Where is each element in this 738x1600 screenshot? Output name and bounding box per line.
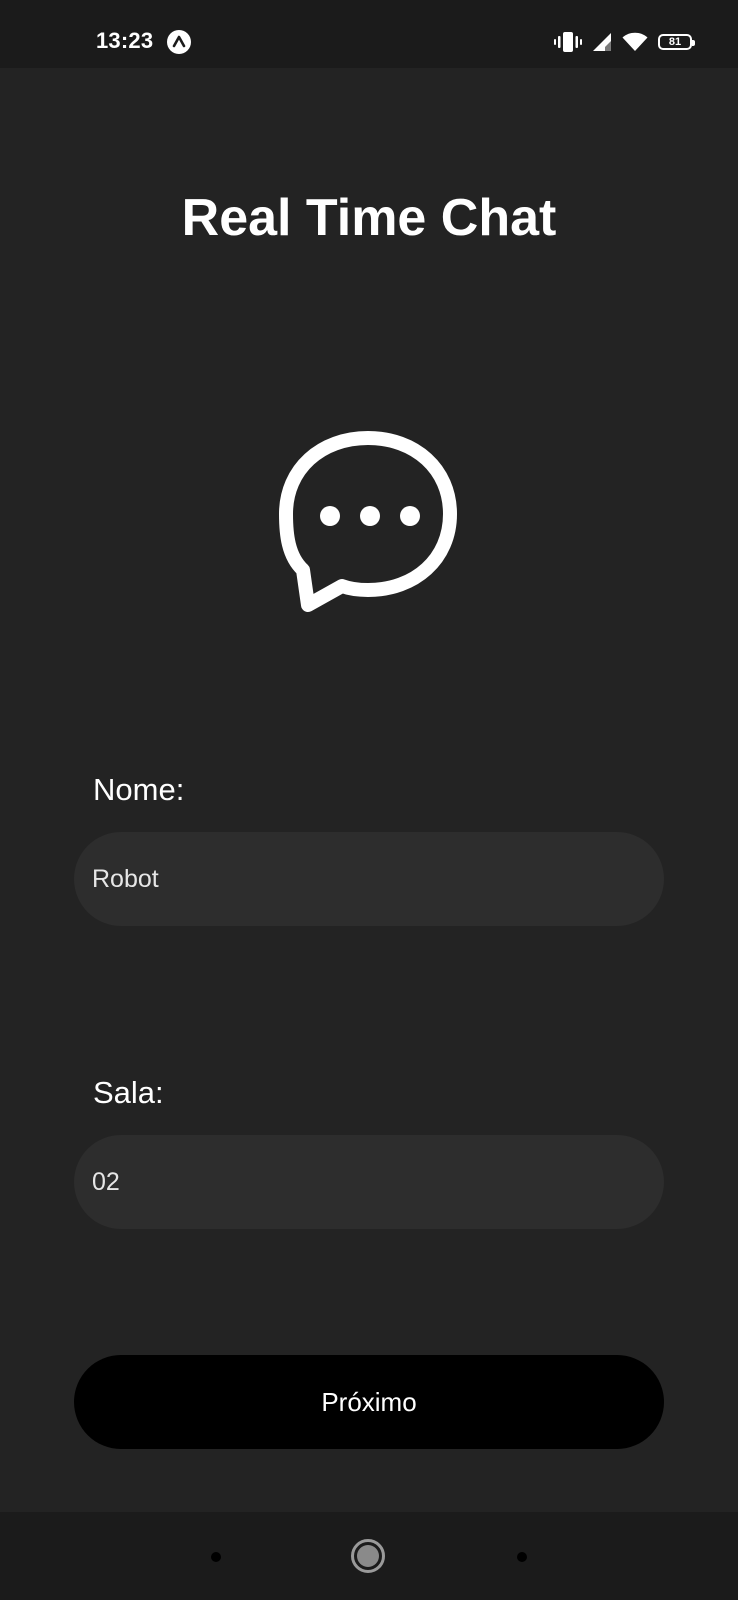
name-label: Nome: <box>93 772 185 807</box>
room-input[interactable] <box>74 1135 664 1229</box>
chevron-up-circle-icon <box>167 30 191 54</box>
back-icon[interactable] <box>211 1552 221 1562</box>
chat-bubble-icon <box>279 431 457 612</box>
next-button[interactable]: Próximo <box>74 1355 664 1449</box>
wifi-icon <box>622 32 648 51</box>
cell-signal-icon <box>593 33 611 51</box>
room-label: Sala: <box>93 1075 164 1110</box>
status-bar: 13:23 81 <box>0 0 738 68</box>
battery-level: 81 <box>668 35 682 48</box>
home-icon[interactable] <box>351 1539 385 1573</box>
battery-icon: 81 <box>658 34 695 50</box>
name-input[interactable] <box>74 832 664 926</box>
recents-icon[interactable] <box>517 1552 527 1562</box>
page-title: Real Time Chat <box>181 189 557 247</box>
navigation-bar <box>0 1512 738 1600</box>
status-time: 13:23 <box>96 28 154 53</box>
vibrate-icon <box>554 32 582 52</box>
status-icons: 81 <box>554 30 695 54</box>
